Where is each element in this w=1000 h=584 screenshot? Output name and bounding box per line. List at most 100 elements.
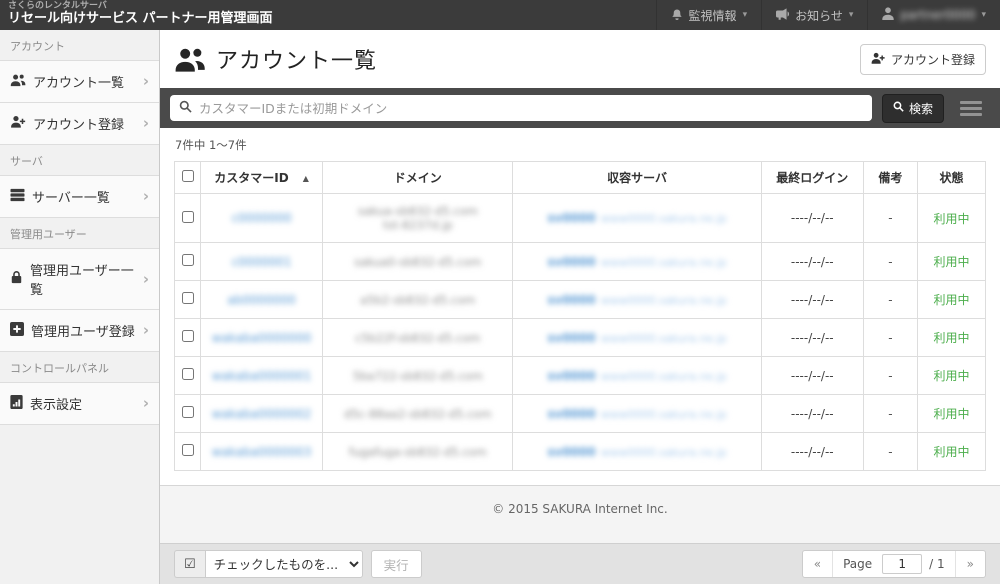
- page-label: Page: [833, 557, 878, 571]
- bulk-action-group: ☑ チェックしたものを... 実行: [174, 550, 422, 578]
- chevron-down-icon: ▾: [981, 10, 986, 20]
- server-link[interactable]: sv0000: [547, 293, 595, 307]
- chevron-down-icon: ▾: [849, 10, 854, 20]
- page-layout: アカウント アカウント一覧 › アカウント登録 › サーバ サーバー一覧 › 管…: [0, 30, 1000, 584]
- customer-id-link[interactable]: ab0000000: [227, 293, 295, 307]
- menu-news[interactable]: お知らせ ▾: [761, 0, 867, 30]
- search-button-label: 検索: [909, 100, 933, 117]
- sidebar-item-label: アカウント登録: [33, 114, 124, 133]
- row-checkbox[interactable]: [182, 292, 194, 304]
- server-link[interactable]: sv0000: [547, 407, 595, 421]
- row-checkbox[interactable]: [182, 254, 194, 266]
- table-header-row: カスタマーID▲ ドメイン 収容サーバ 最終ログイン 備考 状態: [175, 162, 986, 194]
- server-host-text: www0000.sakura.ne.jp: [601, 212, 727, 225]
- sidebar-item-account-list[interactable]: アカウント一覧 ›: [0, 61, 159, 103]
- table-row: wakaba0000003 fugafuga-sb832-d5.com sv00…: [175, 433, 986, 471]
- page-number-input[interactable]: [882, 554, 922, 574]
- domain-text: sakua-sb832-d5.com: [326, 204, 509, 218]
- brand-title: リセール向けサービス パートナー用管理画面: [8, 12, 273, 26]
- column-header-note[interactable]: 備考: [863, 162, 917, 194]
- sidebar-item-server-list[interactable]: サーバー一覧 ›: [0, 176, 159, 218]
- main-content: アカウント一覧 アカウント登録 検索 7件中 1〜7件: [160, 30, 1000, 584]
- sidebar-section-control-panel: コントロールパネル: [0, 352, 159, 383]
- row-checkbox[interactable]: [182, 368, 194, 380]
- table-row: wakaba0000002 d5c-88aa2-sb832-d5.com sv0…: [175, 395, 986, 433]
- status-badge: 利用中: [933, 445, 969, 459]
- column-header-last-login[interactable]: 最終ログイン: [761, 162, 863, 194]
- note-value: -: [888, 407, 892, 421]
- account-register-button[interactable]: アカウント登録: [860, 44, 986, 75]
- users-icon: [10, 73, 26, 91]
- chevron-right-icon: ›: [143, 323, 149, 338]
- page-prev-button[interactable]: «: [803, 551, 833, 577]
- server-link[interactable]: sv0000: [547, 445, 595, 459]
- status-badge: 利用中: [933, 407, 969, 421]
- sidebar-section-admin-user: 管理用ユーザー: [0, 218, 159, 249]
- server-link[interactable]: sv0000: [547, 369, 595, 383]
- domain-text: c5b22f-sb832-d5.com: [326, 331, 509, 345]
- customer-id-link[interactable]: wakaba0000003: [212, 445, 312, 459]
- sidebar-item-label: 管理用ユーザー一覧: [30, 260, 136, 298]
- execute-button[interactable]: 実行: [371, 550, 422, 578]
- lock-icon: [10, 270, 23, 288]
- account-register-label: アカウント登録: [891, 51, 975, 68]
- menu-monitoring[interactable]: 監視情報 ▾: [656, 0, 762, 30]
- table-row: c0000000 sakua-sb832-d5.comtst-8237d.jp …: [175, 194, 986, 243]
- table-row: wakaba0000000 c5b22f-sb832-d5.com sv0000…: [175, 319, 986, 357]
- page-header: アカウント一覧 アカウント登録: [160, 30, 1000, 88]
- sidebar-item-admin-user-list[interactable]: 管理用ユーザー一覧 ›: [0, 249, 159, 310]
- domain-text-line2: tst-8237d.jp: [326, 218, 509, 232]
- copyright: © 2015 SAKURA Internet Inc.: [160, 486, 1000, 543]
- accounts-table: カスタマーID▲ ドメイン 収容サーバ 最終ログイン 備考 状態 c000000…: [174, 161, 986, 471]
- server-link[interactable]: sv0000: [547, 211, 595, 225]
- row-checkbox[interactable]: [182, 211, 194, 223]
- menu-toggle-icon[interactable]: [954, 97, 988, 120]
- sidebar-item-display-settings[interactable]: 表示設定 ›: [0, 383, 159, 425]
- server-link[interactable]: sv0000: [547, 331, 595, 345]
- domain-text: fugafuga-sb832-d5.com: [326, 445, 509, 459]
- column-header-status[interactable]: 状態: [917, 162, 985, 194]
- customer-id-link[interactable]: c0000001: [232, 255, 292, 269]
- search-bar: 検索: [160, 88, 1000, 128]
- table-row: c0000001 sakua0-sb832-d5.com sv0000www00…: [175, 243, 986, 281]
- table-row: ab0000000 a5b2-sb832-d5.com sv0000www000…: [175, 281, 986, 319]
- customer-id-link[interactable]: wakaba0000000: [212, 331, 312, 345]
- user-plus-icon: [871, 52, 885, 67]
- status-badge: 利用中: [933, 212, 969, 226]
- menu-monitoring-label: 監視情報: [689, 7, 737, 24]
- server-host-text: www0000.sakura.ne.jp: [601, 256, 727, 269]
- brand: さくらのレンタルサーバ リセール向けサービス パートナー用管理画面: [0, 0, 273, 30]
- pagination: « Page / 1 »: [802, 550, 986, 578]
- note-value: -: [888, 211, 892, 225]
- server-host-text: www0000.sakura.ne.jp: [601, 332, 727, 345]
- search-input[interactable]: [199, 95, 872, 121]
- domain-text: a5b2-sb832-d5.com: [326, 293, 509, 307]
- top-bar: さくらのレンタルサーバ リセール向けサービス パートナー用管理画面 監視情報 ▾…: [0, 0, 1000, 30]
- server-host-text: www0000.sakura.ne.jp: [601, 408, 727, 421]
- customer-id-link[interactable]: wakaba0000002: [212, 407, 312, 421]
- row-checkbox[interactable]: [182, 406, 194, 418]
- top-menu: 監視情報 ▾ お知らせ ▾ partner0000 ▾: [656, 0, 1000, 30]
- chevron-right-icon: ›: [143, 396, 149, 411]
- server-icon: [10, 188, 25, 206]
- sidebar-item-admin-user-register[interactable]: 管理用ユーザ登録 ›: [0, 310, 159, 352]
- column-header-server[interactable]: 収容サーバ: [513, 162, 761, 194]
- select-all-checkbox[interactable]: [182, 170, 194, 182]
- row-checkbox[interactable]: [182, 330, 194, 342]
- menu-user-name: partner0000: [900, 8, 975, 22]
- checkbox-icon[interactable]: ☑: [174, 550, 205, 578]
- column-header-customer-id[interactable]: カスタマーID▲: [201, 162, 323, 194]
- last-login-value: ----/--/--: [791, 331, 834, 345]
- customer-id-link[interactable]: c0000000: [232, 211, 292, 225]
- page-next-button[interactable]: »: [955, 551, 985, 577]
- search-button[interactable]: 検索: [882, 94, 944, 123]
- column-header-domain[interactable]: ドメイン: [323, 162, 513, 194]
- last-login-value: ----/--/--: [791, 255, 834, 269]
- customer-id-link[interactable]: wakaba0000001: [212, 369, 312, 383]
- row-checkbox[interactable]: [182, 444, 194, 456]
- menu-user[interactable]: partner0000 ▾: [867, 0, 1000, 30]
- server-link[interactable]: sv0000: [547, 255, 595, 269]
- chevron-right-icon: ›: [143, 272, 149, 287]
- sidebar-item-account-register[interactable]: アカウント登録 ›: [0, 103, 159, 145]
- bulk-action-select[interactable]: チェックしたものを...: [205, 550, 363, 578]
